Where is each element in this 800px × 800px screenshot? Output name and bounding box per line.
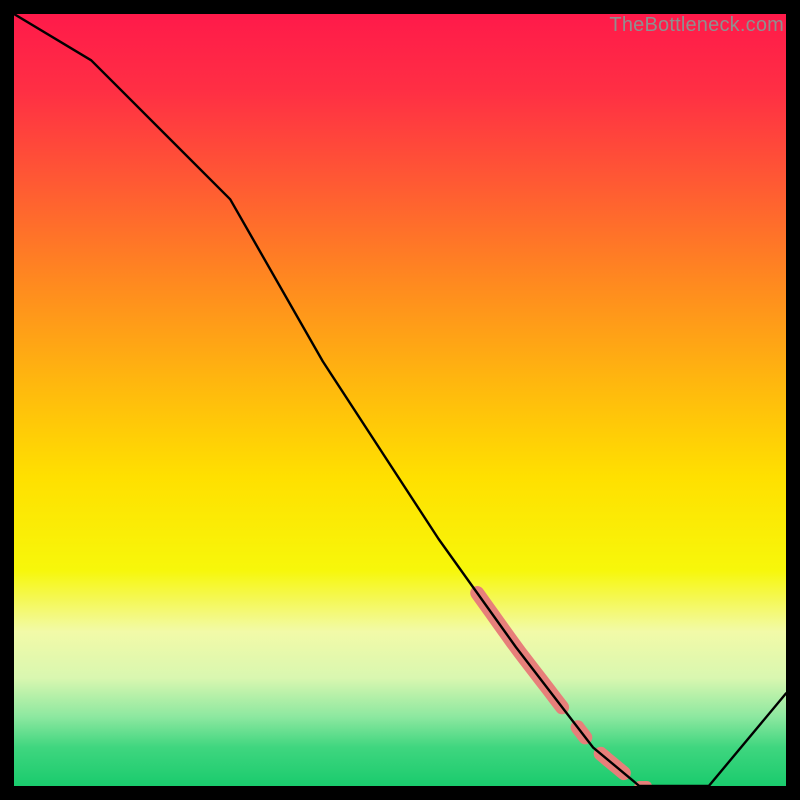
chart-background bbox=[14, 14, 786, 786]
chart-frame: TheBottleneck.com bbox=[14, 14, 786, 786]
chart-plot bbox=[14, 14, 786, 786]
watermark-text: TheBottleneck.com bbox=[609, 14, 784, 37]
